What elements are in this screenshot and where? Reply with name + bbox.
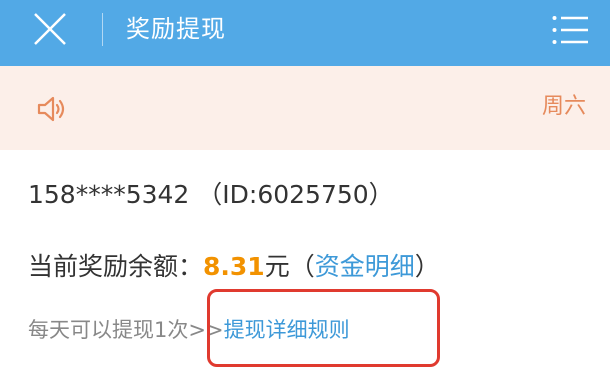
paren-close: ）	[414, 252, 440, 281]
notice-day: 周六	[541, 94, 586, 119]
header-divider	[102, 13, 103, 46]
balance-row: 当前奖励余额：8.31元（资金明细）	[28, 250, 440, 284]
balance-amount: 8.31	[203, 252, 265, 281]
withdraw-limit-text: 每天可以提现1次	[28, 318, 189, 342]
highlight-box	[207, 289, 440, 367]
page-title: 奖励提现	[126, 15, 226, 43]
speaker-icon	[37, 96, 65, 122]
balance-unit: 元	[264, 252, 290, 281]
top-bar: 奖励提现	[0, 0, 610, 66]
balance-label: 当前奖励余额：	[28, 252, 204, 281]
notice-bar: 周六	[0, 66, 610, 150]
menu-button[interactable]	[548, 12, 594, 48]
close-button[interactable]	[24, 9, 76, 49]
paren-open: （	[289, 252, 315, 281]
close-icon	[34, 13, 66, 45]
fund-detail-link[interactable]: 资金明细	[315, 252, 415, 281]
account-info: 158****5342 （ID:6025750）	[28, 180, 394, 209]
menu-icon	[552, 16, 588, 44]
